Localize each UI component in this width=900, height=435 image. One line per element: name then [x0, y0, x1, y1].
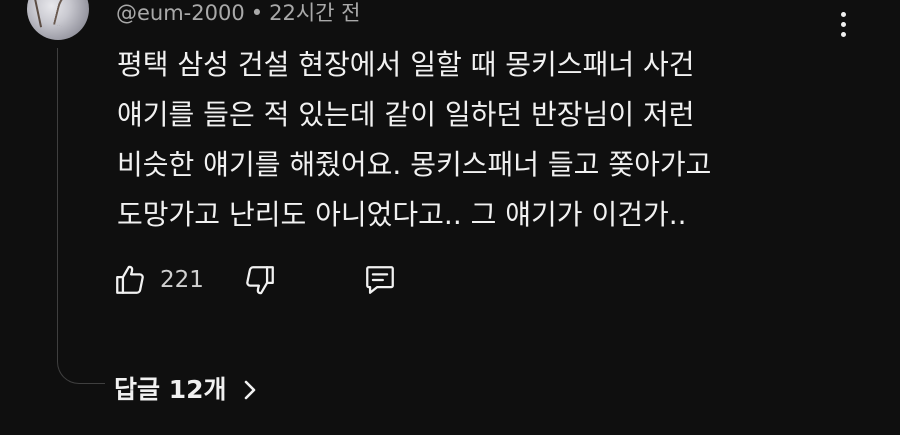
like-count: 221	[160, 267, 204, 293]
comment-text-line: 비슷한 얘기를 해줬어요. 몽키스패너 들고 쫒아가고	[117, 148, 712, 181]
thread-line	[57, 48, 105, 384]
more-vert-icon[interactable]	[826, 10, 860, 38]
comment-text: 평택 삼성 건설 현장에서 일할 때 몽키스패너 사건 얘기를 들은 적 있는데…	[117, 40, 817, 240]
meta-separator: •	[250, 1, 264, 25]
chevron-right-icon	[241, 379, 259, 401]
comment-author[interactable]: @eum-2000	[116, 1, 245, 25]
avatar[interactable]	[27, 0, 89, 40]
view-replies-button[interactable]: 답글 12개	[114, 370, 259, 410]
dislike-button[interactable]	[238, 258, 282, 302]
comment-icon	[366, 266, 394, 294]
replies-label: 답글 12개	[114, 375, 227, 404]
thumbs-down-icon	[246, 266, 274, 295]
comment-text-line: 평택 삼성 건설 현장에서 일할 때 몽키스패너 사건	[117, 48, 695, 81]
like-button[interactable]	[108, 258, 152, 302]
reply-button[interactable]	[358, 258, 402, 302]
comment-text-line: 도망가고 난리도 아니었다고.. 그 얘기가 이건가..	[117, 198, 687, 231]
thumbs-up-icon	[116, 265, 144, 294]
comment-time[interactable]: 22시간 전	[269, 1, 360, 25]
comment-meta: @eum-2000 • 22시간 전	[116, 0, 360, 26]
comment-text-line: 얘기를 들은 적 있는데 같이 일하던 반장님이 저런	[117, 98, 695, 131]
